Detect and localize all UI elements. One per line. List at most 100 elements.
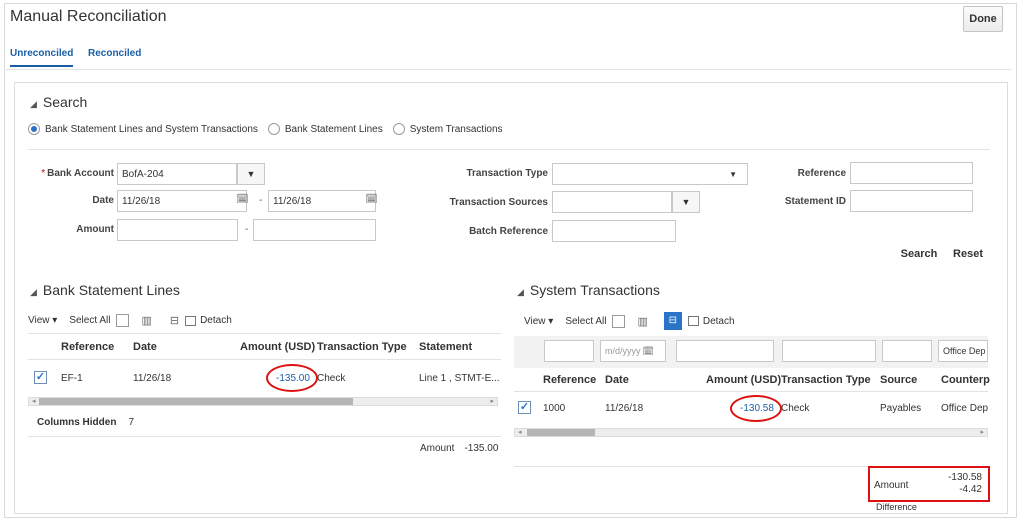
tab-unreconciled[interactable]: Unreconciled bbox=[10, 48, 74, 67]
view-menu[interactable]: View ▾ bbox=[524, 316, 553, 327]
done-button[interactable]: Done bbox=[963, 6, 1003, 32]
calendar-icon[interactable]: 🗓 bbox=[236, 194, 249, 205]
batch-reference-label: Batch Reference bbox=[469, 226, 548, 237]
collapse-triangle-icon: ◢ bbox=[30, 99, 37, 109]
search-divider bbox=[28, 149, 990, 150]
view-label: View bbox=[28, 315, 50, 326]
highlight-ellipse bbox=[730, 395, 782, 422]
detach-icon bbox=[185, 315, 197, 326]
col-header-amount[interactable]: Amount (USD) bbox=[706, 374, 781, 386]
filter-reference[interactable] bbox=[544, 340, 594, 362]
radio-bank-and-system[interactable]: Bank Statement Lines and System Transact… bbox=[28, 123, 258, 135]
statement-id-label: Statement ID bbox=[784, 196, 846, 207]
freeze-columns-icon[interactable]: ▥ bbox=[141, 314, 151, 327]
cell-date: 11/26/18 bbox=[605, 403, 644, 414]
detach-button[interactable]: Detach bbox=[200, 315, 232, 326]
amount-summary-label: Amount bbox=[420, 443, 455, 454]
header-divider bbox=[514, 391, 988, 392]
collapse-triangle-icon: ◢ bbox=[517, 287, 524, 297]
cell-counterparty: Office Dep bbox=[941, 403, 989, 414]
date-from-input[interactable]: 11/26/18 bbox=[117, 190, 247, 212]
bank-account-dropdown-button[interactable]: ▼ bbox=[237, 163, 265, 185]
scroll-right-icon[interactable]: ▸ bbox=[980, 428, 984, 436]
row-checkbox[interactable]: ✓ bbox=[34, 371, 47, 384]
select-all-checkbox[interactable] bbox=[612, 314, 626, 328]
transaction-type-select[interactable]: ▼ bbox=[552, 163, 748, 185]
scrollbar-thumb[interactable] bbox=[527, 429, 595, 436]
difference-label: Difference bbox=[876, 502, 917, 512]
col-header-transaction-type[interactable]: Transaction Type bbox=[317, 341, 407, 353]
radio-selected-icon bbox=[28, 123, 40, 135]
amount-label: Amount bbox=[76, 224, 114, 235]
col-header-statement[interactable]: Statement bbox=[419, 341, 472, 353]
scroll-left-icon[interactable]: ◂ bbox=[32, 397, 36, 405]
transaction-type-label: Transaction Type bbox=[466, 168, 548, 179]
col-header-amount[interactable]: Amount (USD) bbox=[240, 341, 315, 353]
view-label: View bbox=[524, 315, 546, 327]
transaction-sources-input[interactable] bbox=[552, 191, 672, 213]
col-header-reference[interactable]: Reference bbox=[543, 374, 596, 386]
system-tx-toolbar: View ▾ Select All ▥ ⊟ Detach bbox=[524, 312, 735, 330]
search-section-header[interactable]: ◢ Search bbox=[30, 94, 87, 110]
bank-statement-lines-header[interactable]: ◢ Bank Statement Lines bbox=[30, 282, 180, 298]
filter-source[interactable] bbox=[882, 340, 932, 362]
bank-lines-toolbar: View ▾ Select All ▥ ⊟ Detach bbox=[28, 314, 232, 327]
bank-account-input[interactable]: BofA-204 bbox=[117, 163, 237, 185]
system-transactions-header[interactable]: ◢ System Transactions bbox=[517, 282, 660, 298]
batch-reference-input[interactable] bbox=[552, 220, 676, 242]
filter-amount[interactable] bbox=[676, 340, 774, 362]
bank-amount-summary: Amount -135.00 bbox=[420, 443, 498, 454]
system-amount-value: -130.58 bbox=[948, 472, 982, 483]
highlight-ellipse bbox=[266, 364, 318, 392]
amount-from-input[interactable] bbox=[117, 219, 238, 241]
detach-button[interactable]: Detach bbox=[703, 316, 735, 327]
amount-to-input[interactable] bbox=[253, 219, 376, 241]
date-to-input[interactable]: 11/26/18 bbox=[268, 190, 376, 212]
view-menu[interactable]: View ▾ bbox=[28, 315, 57, 326]
col-header-reference[interactable]: Reference bbox=[61, 341, 114, 353]
cell-transaction-type: Check bbox=[781, 403, 810, 414]
horizontal-scrollbar[interactable]: ◂ ▸ bbox=[28, 397, 498, 406]
radio-bank-lines[interactable]: Bank Statement Lines bbox=[267, 123, 383, 135]
query-by-example-icon[interactable]: ⊟ bbox=[663, 312, 682, 330]
scrollbar-thumb[interactable] bbox=[39, 398, 353, 405]
reference-input[interactable] bbox=[850, 162, 973, 184]
freeze-columns-icon[interactable]: ▥ bbox=[637, 315, 647, 328]
query-by-example-icon[interactable]: ⊟ bbox=[170, 314, 179, 327]
col-header-date[interactable]: Date bbox=[133, 341, 157, 353]
search-mode-radio-group: Bank Statement Lines and System Transact… bbox=[28, 123, 513, 135]
header-divider bbox=[28, 359, 501, 360]
date-range-dash: - bbox=[259, 195, 263, 206]
cell-reference: 1000 bbox=[543, 403, 566, 414]
col-header-source[interactable]: Source bbox=[880, 374, 917, 386]
radio-label: Bank Statement Lines bbox=[284, 123, 383, 135]
filter-transaction-type[interactable] bbox=[782, 340, 876, 362]
scroll-right-icon[interactable]: ▸ bbox=[490, 397, 494, 405]
col-header-date[interactable]: Date bbox=[605, 374, 629, 386]
radio-system-transactions[interactable]: System Transactions bbox=[392, 123, 503, 135]
tab-reconciled[interactable]: Reconciled bbox=[88, 48, 141, 59]
cell-statement: Line 1 , STMT-E... bbox=[419, 373, 500, 384]
filter-date[interactable]: m/d/yyyy 🗓 bbox=[600, 340, 666, 362]
filter-counterparty[interactable]: Office Dep bbox=[938, 340, 988, 362]
content-panel bbox=[14, 82, 1008, 514]
horizontal-scrollbar[interactable]: ◂ ▸ bbox=[514, 428, 988, 437]
calendar-icon[interactable]: 🗓 bbox=[365, 194, 378, 205]
calendar-icon[interactable]: 🗓 bbox=[643, 346, 654, 357]
search-button[interactable]: Search bbox=[896, 243, 942, 265]
dropdown-arrow-icon: ▼ bbox=[681, 197, 691, 207]
scroll-left-icon[interactable]: ◂ bbox=[518, 428, 522, 436]
date-label: Date bbox=[92, 195, 114, 206]
amount-range-dash: - bbox=[245, 224, 249, 235]
reset-button[interactable]: Reset bbox=[948, 243, 988, 265]
row-checkbox[interactable]: ✓ bbox=[518, 401, 531, 414]
transaction-sources-dropdown-button[interactable]: ▼ bbox=[672, 191, 700, 213]
system-tx-heading: System Transactions bbox=[529, 282, 660, 298]
select-all-checkbox[interactable] bbox=[116, 314, 130, 327]
cell-date: 11/26/18 bbox=[133, 373, 172, 384]
columns-hidden-text: Columns Hidden bbox=[37, 417, 117, 428]
radio-icon bbox=[267, 123, 280, 135]
statement-id-input[interactable] bbox=[850, 190, 973, 212]
col-header-counterparty[interactable]: Counterp bbox=[941, 374, 990, 386]
col-header-transaction-type[interactable]: Transaction Type bbox=[781, 374, 871, 386]
